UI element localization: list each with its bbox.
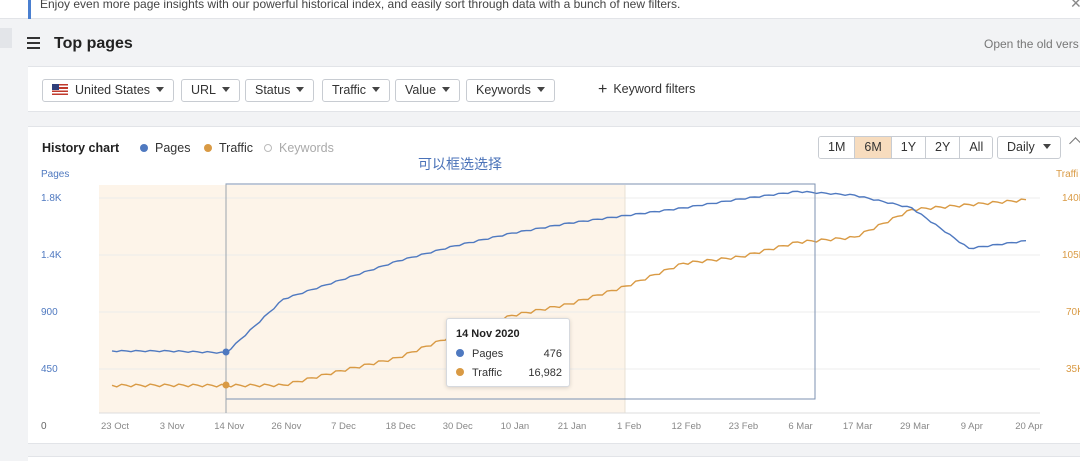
next-card-edge (28, 456, 1080, 461)
tooltip-pages-label: Pages (472, 348, 504, 360)
traffic-hover-point (222, 381, 230, 389)
tooltip-row-traffic: Traffic 16,982 (456, 367, 562, 379)
left-axis-title: Pages (41, 169, 70, 180)
x-tick-label: 10 Jan (500, 421, 530, 432)
x-tick-label: 7 Dec (331, 421, 356, 432)
x-tick-label: 6 Mar (788, 421, 813, 432)
x-tick-label: 23 Oct (101, 421, 129, 432)
x-tick-label: 17 Mar (842, 421, 873, 432)
tooltip-traffic-value: 16,982 (528, 367, 562, 379)
x-tick-label: 3 Nov (159, 421, 185, 432)
x-tick-label: 9 Apr (960, 421, 983, 432)
pages-hover-point (222, 348, 230, 356)
left-tick: 900 (41, 307, 58, 318)
x-tick-label: 12 Feb (671, 421, 702, 432)
traffic-dot-icon (456, 368, 464, 376)
left-tick: 0 (41, 421, 47, 432)
tooltip-row-pages: Pages 476 (456, 348, 562, 360)
right-tick: 70K (1066, 307, 1080, 318)
tooltip-pages-value: 476 (543, 348, 562, 360)
chart-tooltip: 14 Nov 2020 Pages 476 Traffic 16,982 (446, 318, 570, 387)
x-tick-label: 14 Nov (214, 421, 245, 432)
x-tick-label: 21 Jan (557, 421, 587, 432)
x-tick-label: 20 Apr (1015, 421, 1043, 432)
left-tick: 1.4K (41, 250, 62, 261)
right-tick: 35K (1066, 364, 1080, 375)
left-tick: 1.8K (41, 193, 62, 204)
pages-dot-icon (456, 349, 464, 357)
tooltip-date: 14 Nov 2020 (456, 328, 520, 340)
annotation-text: 可以框选选择 (418, 157, 502, 173)
left-tick: 450 (41, 364, 58, 375)
x-tick-label: 30 Dec (442, 421, 473, 432)
tooltip-traffic-label: Traffic (472, 367, 502, 379)
right-tick: 140K (1062, 193, 1080, 204)
right-axis-title: Traffi (1056, 169, 1079, 180)
x-tick-label: 26 Nov (271, 421, 302, 432)
right-tick: 105K (1062, 250, 1080, 261)
x-tick-label: 1 Feb (616, 421, 642, 432)
history-chart[interactable] (0, 0, 1080, 461)
x-tick-label: 23 Feb (728, 421, 759, 432)
x-tick-label: 18 Dec (385, 421, 416, 432)
x-tick-label: 29 Mar (899, 421, 930, 432)
